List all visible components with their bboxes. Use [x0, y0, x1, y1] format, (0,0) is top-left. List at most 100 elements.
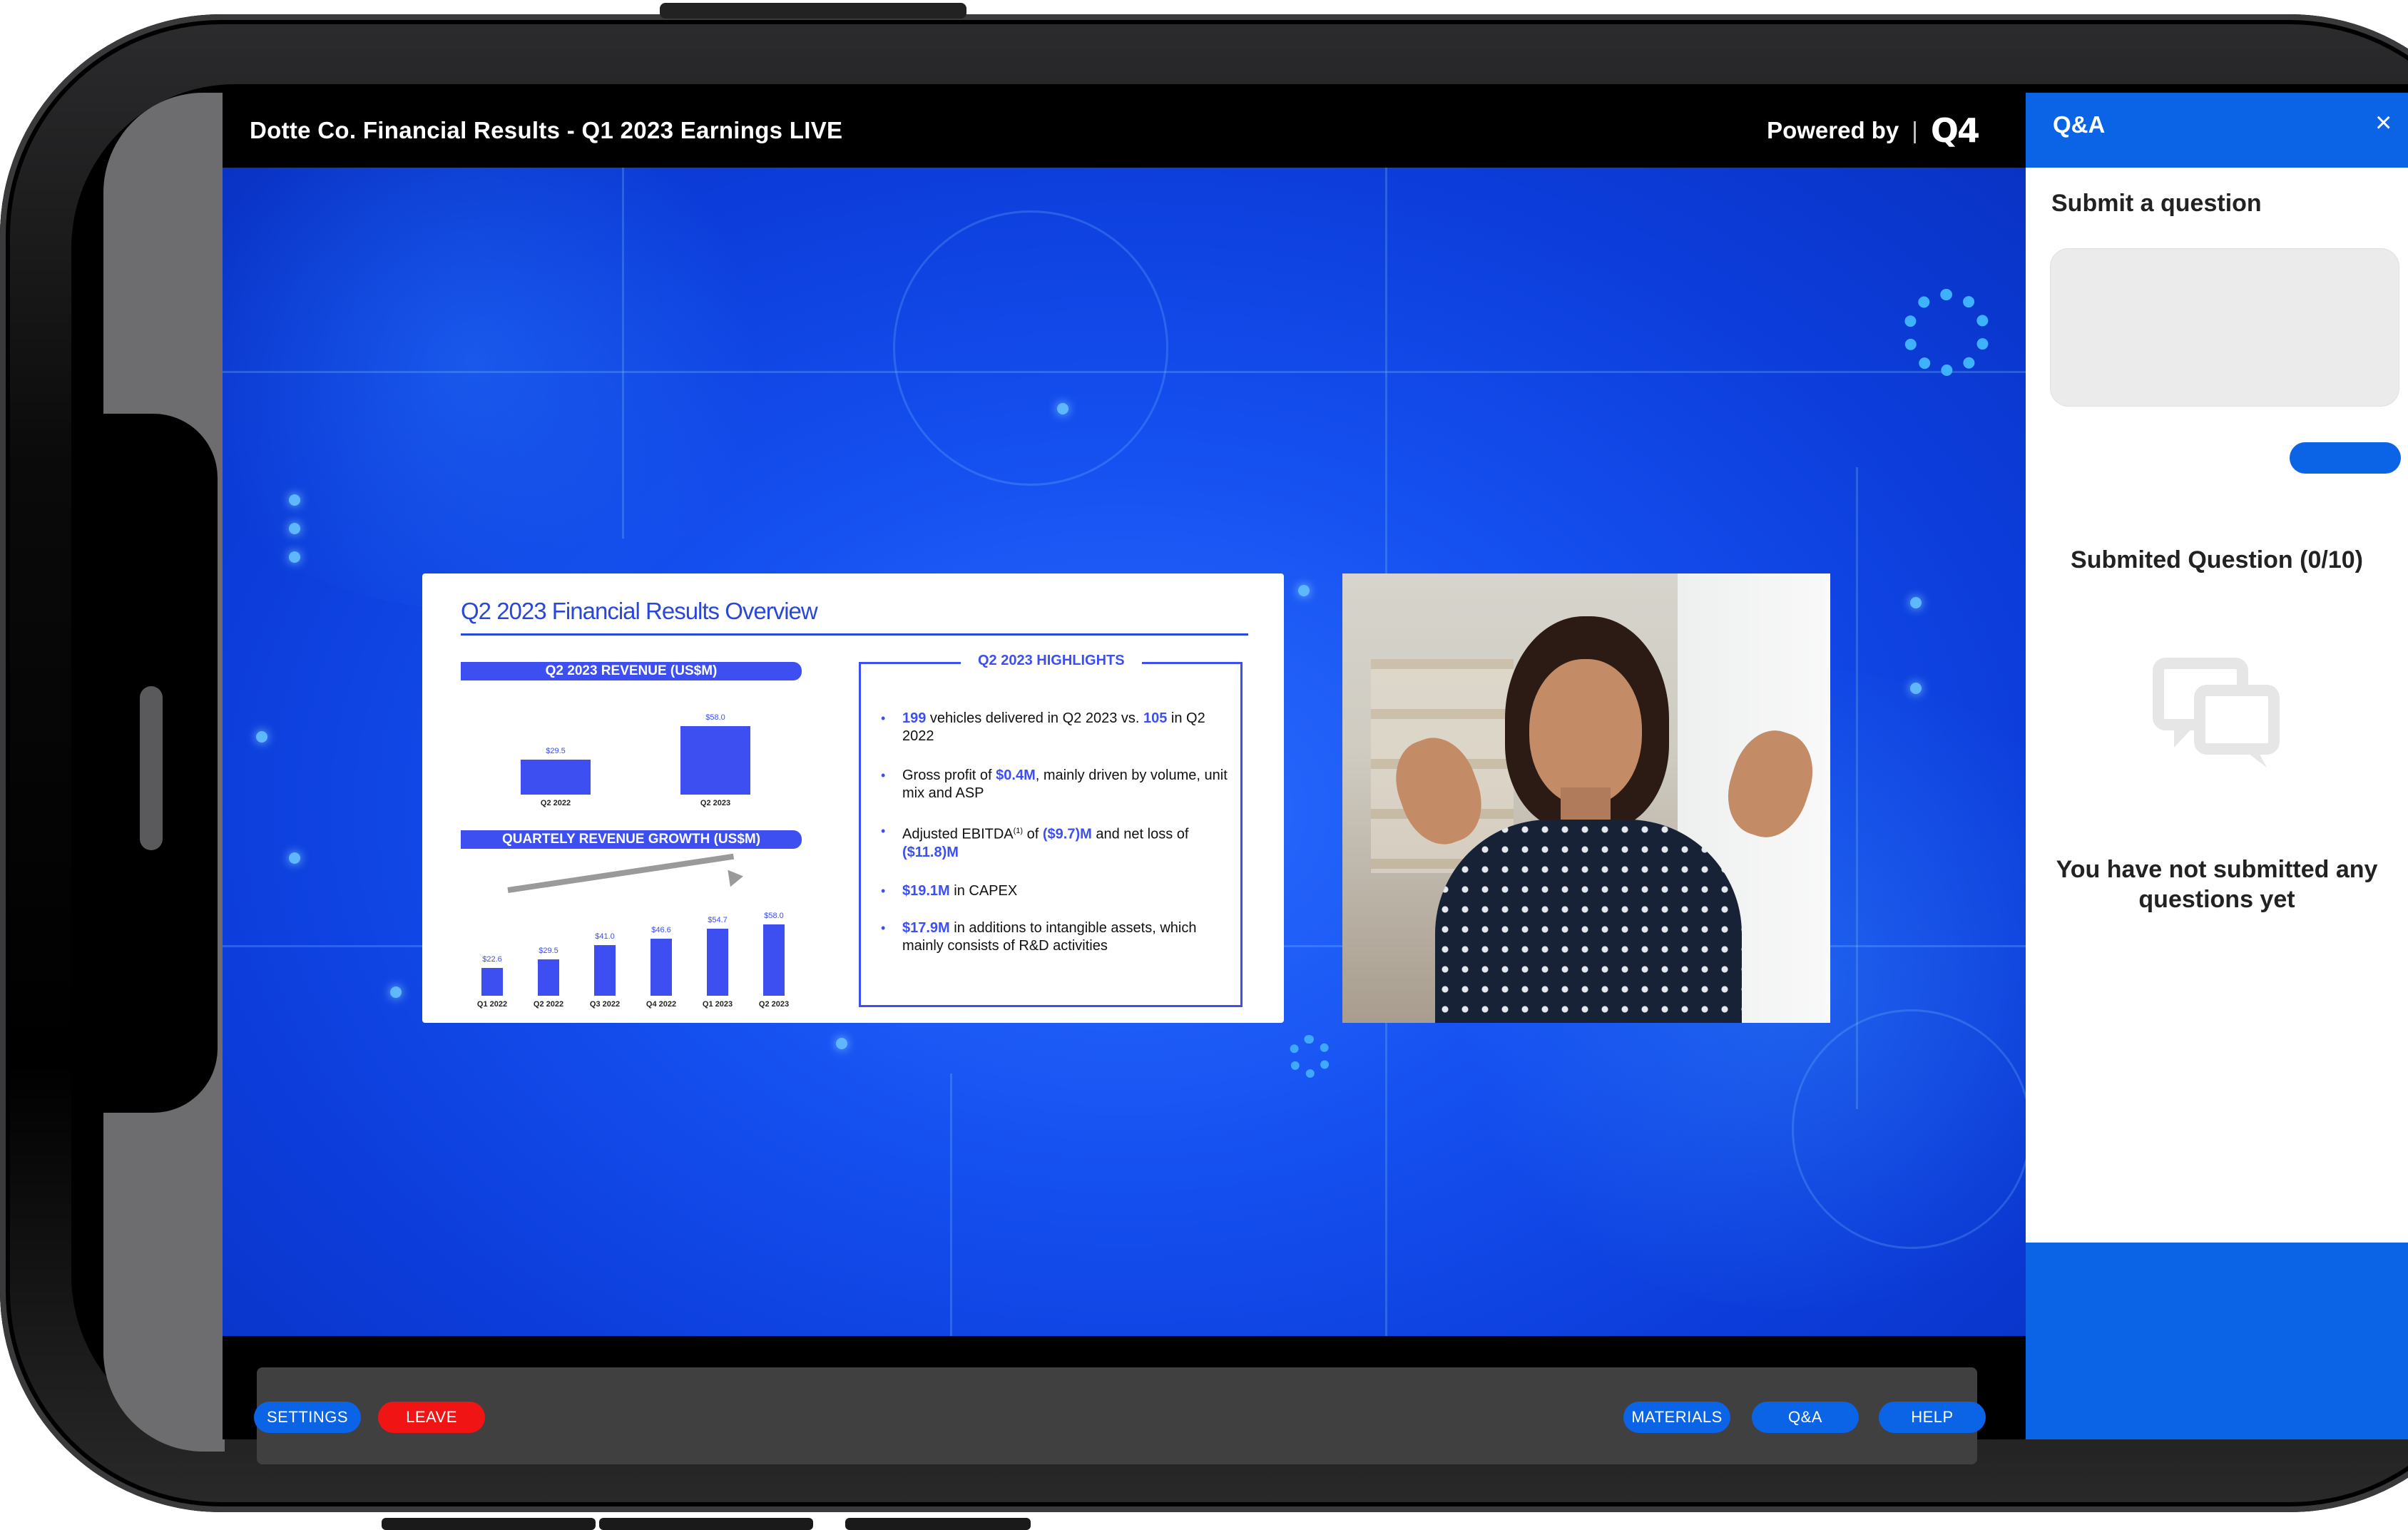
chart-data-label: $29.5 [539, 947, 558, 956]
qa-panel: Q&A × Submit a question Submited Questio… [2026, 93, 2408, 1439]
chart-data-label: $54.7 [708, 915, 728, 924]
glow-dot [289, 494, 300, 506]
phone-side-button [382, 1518, 596, 1530]
trend-arrow [507, 853, 735, 893]
presenter-shirt [1435, 820, 1742, 1023]
highlights-title: Q2 2023 HIGHLIGHTS [961, 653, 1142, 669]
bullet: • [881, 921, 886, 935]
powered-by: Powered by | Q4 [1767, 111, 1980, 150]
glow-dot [256, 731, 267, 743]
phone-speaker [140, 686, 163, 850]
presentation-slide: Q2 2023 Financial Results Overview Q2 20… [422, 573, 1284, 1023]
growth-chart-heading: QUARTELY REVENUE GROWTH (US$M) [461, 830, 802, 849]
chart-bar [481, 968, 503, 996]
gear-icon [1288, 1035, 1331, 1078]
top-bar: Dotte Co. Financial Results - Q1 2023 Ea… [223, 93, 2026, 168]
chart-data-label: $46.6 [651, 925, 671, 934]
empty-questions-message: You have not submitted any questions yet [2056, 856, 2378, 913]
glow-dot [836, 1038, 847, 1049]
close-icon[interactable]: × [2375, 107, 2392, 139]
glow-dot [289, 523, 300, 534]
highlight-text: and net loss of [1091, 826, 1189, 842]
bullet: • [881, 884, 886, 898]
chart-bar [651, 938, 672, 996]
chart-category-label: Q4 2022 [646, 1000, 677, 1009]
chart-data-label: $41.0 [595, 932, 615, 942]
chart-category-label: Q2 2023 [758, 1000, 790, 1009]
glow-dot [1057, 403, 1068, 414]
highlight-value: $19.1M [902, 883, 950, 899]
qa-header: Q&A × [2026, 93, 2408, 168]
bullet: • [881, 711, 886, 725]
trend-arrow-head [728, 867, 745, 887]
phone-side-button [845, 1518, 1031, 1530]
highlight-text: in CAPEX [949, 883, 1018, 899]
highlight-value: ($11.8)M [902, 844, 959, 860]
settings-button[interactable]: SETTINGS [254, 1402, 361, 1433]
chart-category-label: Q1 2022 [476, 1000, 508, 1009]
chart-category-label: Q3 2022 [589, 1000, 621, 1009]
qa-button[interactable]: Q&A [1752, 1402, 1859, 1433]
powered-by-label: Powered by [1767, 116, 1899, 143]
highlight-text: of [1023, 826, 1043, 842]
chart-bar [594, 945, 616, 996]
glow-dot [390, 986, 402, 998]
phone-volume-button [660, 3, 966, 19]
question-input[interactable] [2050, 248, 2399, 407]
glow-dot [289, 551, 300, 563]
highlight-item: • Gross profit of $0.4M, mainly driven b… [881, 767, 1230, 802]
circuit-ring [893, 210, 1168, 486]
highlights-box: Q2 2023 HIGHLIGHTS • 199 vehicles delive… [859, 653, 1243, 1007]
presenter-face [1529, 659, 1642, 805]
chart-category-label: Q2 2022 [540, 799, 571, 807]
presenter-video [1342, 573, 1830, 1023]
gear-icon [1903, 289, 1990, 376]
circuit-line [1856, 467, 1858, 1109]
materials-button[interactable]: MATERIALS [1623, 1402, 1730, 1433]
phone-side-button [599, 1518, 813, 1530]
event-title: Dotte Co. Financial Results - Q1 2023 Ea… [250, 116, 843, 143]
qa-footer [2026, 1243, 2408, 1439]
presentation-stage: Q2 2023 Financial Results Overview Q2 20… [223, 168, 2026, 1336]
highlight-item: • Adjusted EBITDA(1) of ($9.7)M and net … [881, 822, 1230, 862]
highlight-value: $0.4M [996, 767, 1036, 783]
glow-dot [1298, 585, 1310, 596]
circuit-ring [1792, 1009, 2026, 1249]
help-button[interactable]: HELP [1879, 1402, 1986, 1433]
qa-title: Q&A [2053, 111, 2106, 138]
highlight-value: 199 [902, 710, 927, 726]
chart-category-label: Q1 2023 [702, 1000, 733, 1009]
chart-category-label: Q2 2022 [533, 1000, 564, 1009]
glow-dot [1910, 683, 1922, 694]
chart-category-label: Q2 2023 [700, 799, 731, 807]
highlight-item: • $19.1M in CAPEX [881, 882, 1230, 900]
leave-button[interactable]: LEAVE [378, 1402, 485, 1433]
highlight-value: ($9.7)M [1042, 826, 1092, 842]
chart-data-label: $58.0 [705, 713, 725, 722]
chart-bar [763, 924, 785, 996]
powered-by-separator: | [1912, 116, 1918, 143]
glow-dot [1910, 597, 1922, 608]
chart-bar [538, 959, 559, 996]
chart-data-label: $22.6 [482, 955, 502, 964]
bullet: • [881, 768, 886, 782]
background-glow [223, 168, 793, 610]
submit-question-label: Submit a question [2051, 190, 2262, 217]
submit-question-button[interactable] [2290, 442, 2401, 474]
slide-title: Q2 2023 Financial Results Overview [461, 598, 818, 624]
highlight-item: • 199 vehicles delivered in Q2 2023 vs. … [881, 710, 1230, 745]
highlight-text: vehicles delivered in Q2 2023 vs. [926, 710, 1143, 726]
chart-data-label: $29.5 [546, 747, 566, 756]
bullet: • [881, 824, 886, 838]
chart-data-label: $58.0 [764, 912, 784, 920]
highlight-text: Adjusted EBITDA [902, 826, 1014, 842]
chart-bar [680, 726, 750, 795]
circuit-line [622, 168, 624, 539]
glow-dot [289, 852, 300, 864]
chat-bubbles-icon [2153, 658, 2280, 767]
highlight-item: • $17.9M in additions to intangible asse… [881, 919, 1230, 955]
slide-divider [461, 633, 1248, 636]
chart-bar [521, 760, 591, 795]
footnote-marker: (1) [1013, 827, 1024, 835]
circuit-line [950, 1073, 952, 1336]
